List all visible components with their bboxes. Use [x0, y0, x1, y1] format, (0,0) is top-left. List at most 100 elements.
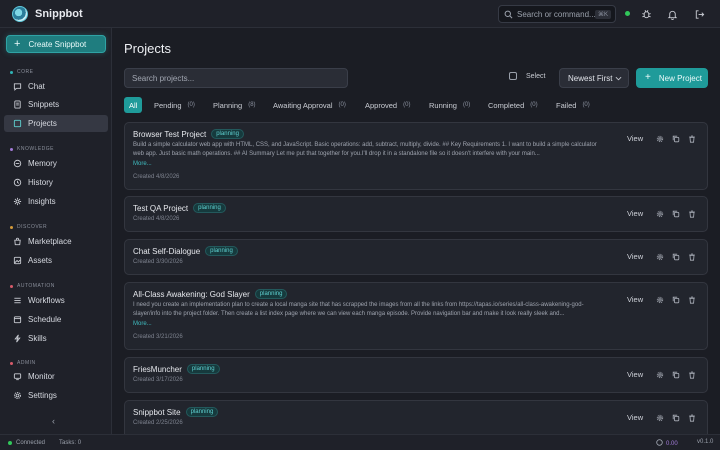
settings-icon[interactable] [655, 252, 664, 261]
create-snippbot-button[interactable]: + Create Snippbot [6, 35, 106, 53]
tab-approved[interactable]: Approved (0) [365, 97, 410, 113]
chevron-down-icon [615, 74, 622, 83]
sidebar-item-chat[interactable]: Chat [4, 78, 108, 95]
project-card[interactable]: Chat Self-Dialogue planning Created 3/30/… [124, 239, 708, 275]
sidebar-item-snippets[interactable]: Snippets [4, 96, 108, 113]
sidebar-item-insights[interactable]: Insights [4, 193, 108, 210]
sidebar-item-label: Schedule [28, 315, 62, 324]
sidebar-item-memory[interactable]: Memory [4, 155, 108, 172]
view-button[interactable]: View [627, 413, 643, 422]
sidebar-item-label: History [28, 178, 53, 187]
sidebar-item-assets[interactable]: Assets [4, 252, 108, 269]
marketplace-icon [13, 237, 22, 246]
sidebar-item-history[interactable]: History [4, 174, 108, 191]
search-shortcut: ⌘K [594, 9, 611, 19]
project-title: Browser Test Project [133, 129, 207, 139]
projects-icon [13, 119, 22, 128]
more-link[interactable]: More... [133, 321, 152, 327]
monitor-icon [13, 372, 22, 381]
settings-icon[interactable] [655, 413, 664, 422]
project-card[interactable]: All-Class Awakening: God Slayer planning … [124, 282, 708, 350]
workflows-icon [13, 296, 22, 305]
connection-status-dot [625, 11, 630, 16]
trash-icon[interactable] [687, 209, 696, 218]
insights-icon [13, 197, 22, 206]
project-title: All-Class Awakening: God Slayer [133, 289, 250, 299]
project-description: I need you create an implementation plan… [133, 302, 584, 317]
copy-icon[interactable] [671, 252, 680, 261]
project-card[interactable]: FriesMuncher planning Created 3/17/2026 V… [124, 357, 708, 393]
project-card[interactable]: Snippbot Site planning Created 2/25/2026 … [124, 400, 708, 434]
settings-icon[interactable] [655, 295, 664, 304]
project-card[interactable]: Browser Test Project planning Build a sim… [124, 122, 708, 190]
tab-all[interactable]: All [124, 97, 143, 113]
version-label: v0.1.0 [697, 439, 714, 445]
sidebar-item-label: Snippets [28, 100, 60, 109]
trash-icon[interactable] [687, 295, 696, 304]
collapse-sidebar-button[interactable]: ‹ [52, 416, 55, 426]
project-card[interactable]: Test QA Project planning Created 4/8/2026… [124, 196, 708, 232]
bell-icon[interactable] [666, 8, 678, 20]
select-checkbox[interactable] [509, 72, 517, 80]
sidebar-item-projects[interactable]: Projects [4, 115, 108, 132]
view-button[interactable]: View [627, 252, 643, 261]
copy-icon[interactable] [671, 370, 680, 379]
project-search-input[interactable] [124, 68, 348, 88]
copy-icon[interactable] [671, 209, 680, 218]
logout-icon[interactable] [693, 8, 705, 20]
view-button[interactable]: View [627, 134, 643, 143]
app-logo[interactable]: Snippbot [12, 5, 83, 22]
sidebar-item-label: Projects [28, 119, 57, 128]
settings-icon[interactable] [655, 209, 664, 218]
trash-icon[interactable] [687, 370, 696, 379]
tab-pending[interactable]: Pending (0) [154, 97, 195, 113]
sidebar-item-marketplace[interactable]: Marketplace [4, 233, 108, 250]
sidebar-item-monitor[interactable]: Monitor [4, 368, 108, 385]
search-icon [503, 9, 513, 19]
select-toggle[interactable]: Select [509, 72, 545, 80]
more-link[interactable]: More... [133, 161, 152, 167]
page-title: Projects [124, 41, 171, 56]
copy-icon[interactable] [671, 134, 680, 143]
trash-icon[interactable] [687, 413, 696, 422]
project-title: Snippbot Site [133, 407, 181, 417]
settings-icon[interactable] [655, 370, 664, 379]
memory-icon [13, 159, 22, 168]
copy-icon[interactable] [671, 413, 680, 422]
sidebar-item-skills[interactable]: Skills [4, 330, 108, 347]
sidebar-item-label: Assets [28, 256, 53, 265]
tab-failed[interactable]: Failed (0) [556, 97, 590, 113]
snippbot-logo-icon [12, 5, 28, 22]
new-project-button[interactable]: + New Project [636, 68, 708, 88]
coin-icon [656, 439, 663, 448]
tab-completed[interactable]: Completed (0) [488, 97, 538, 113]
copy-icon[interactable] [671, 295, 680, 304]
plus-icon: + [14, 37, 21, 50]
sidebar-item-label: Marketplace [28, 237, 72, 246]
tab-running[interactable]: Running (0) [429, 97, 470, 113]
sort-dropdown[interactable]: Newest First [559, 68, 629, 88]
sidebar-item-workflows[interactable]: Workflows [4, 292, 108, 309]
task-count: Tasks: 0 [59, 439, 82, 446]
settings-icon[interactable] [655, 134, 664, 143]
plus-icon: + [645, 72, 651, 83]
section-discover: DISCOVER [10, 224, 47, 230]
section-automation: AUTOMATION [10, 283, 55, 289]
global-search[interactable]: Search or command... ⌘K [498, 5, 616, 23]
project-created-date: Created 3/30/2026 [133, 259, 183, 265]
select-label: Select [526, 72, 546, 80]
trash-icon[interactable] [687, 252, 696, 261]
project-title: FriesMuncher [133, 364, 182, 374]
trash-icon[interactable] [687, 134, 696, 143]
calendar-icon [13, 315, 22, 324]
view-button[interactable]: View [627, 370, 643, 379]
view-button[interactable]: View [627, 209, 643, 218]
bug-icon[interactable] [640, 8, 652, 20]
sidebar-item-schedule[interactable]: Schedule [4, 311, 108, 328]
view-button[interactable]: View [627, 295, 643, 304]
tab-awaiting-approval[interactable]: Awaiting Approval (0) [273, 97, 346, 113]
tab-planning[interactable]: Planning (8) [213, 97, 256, 113]
snippets-icon [13, 100, 22, 109]
sidebar-item-settings[interactable]: Settings [4, 387, 108, 404]
project-title: Chat Self-Dialogue [133, 246, 201, 256]
